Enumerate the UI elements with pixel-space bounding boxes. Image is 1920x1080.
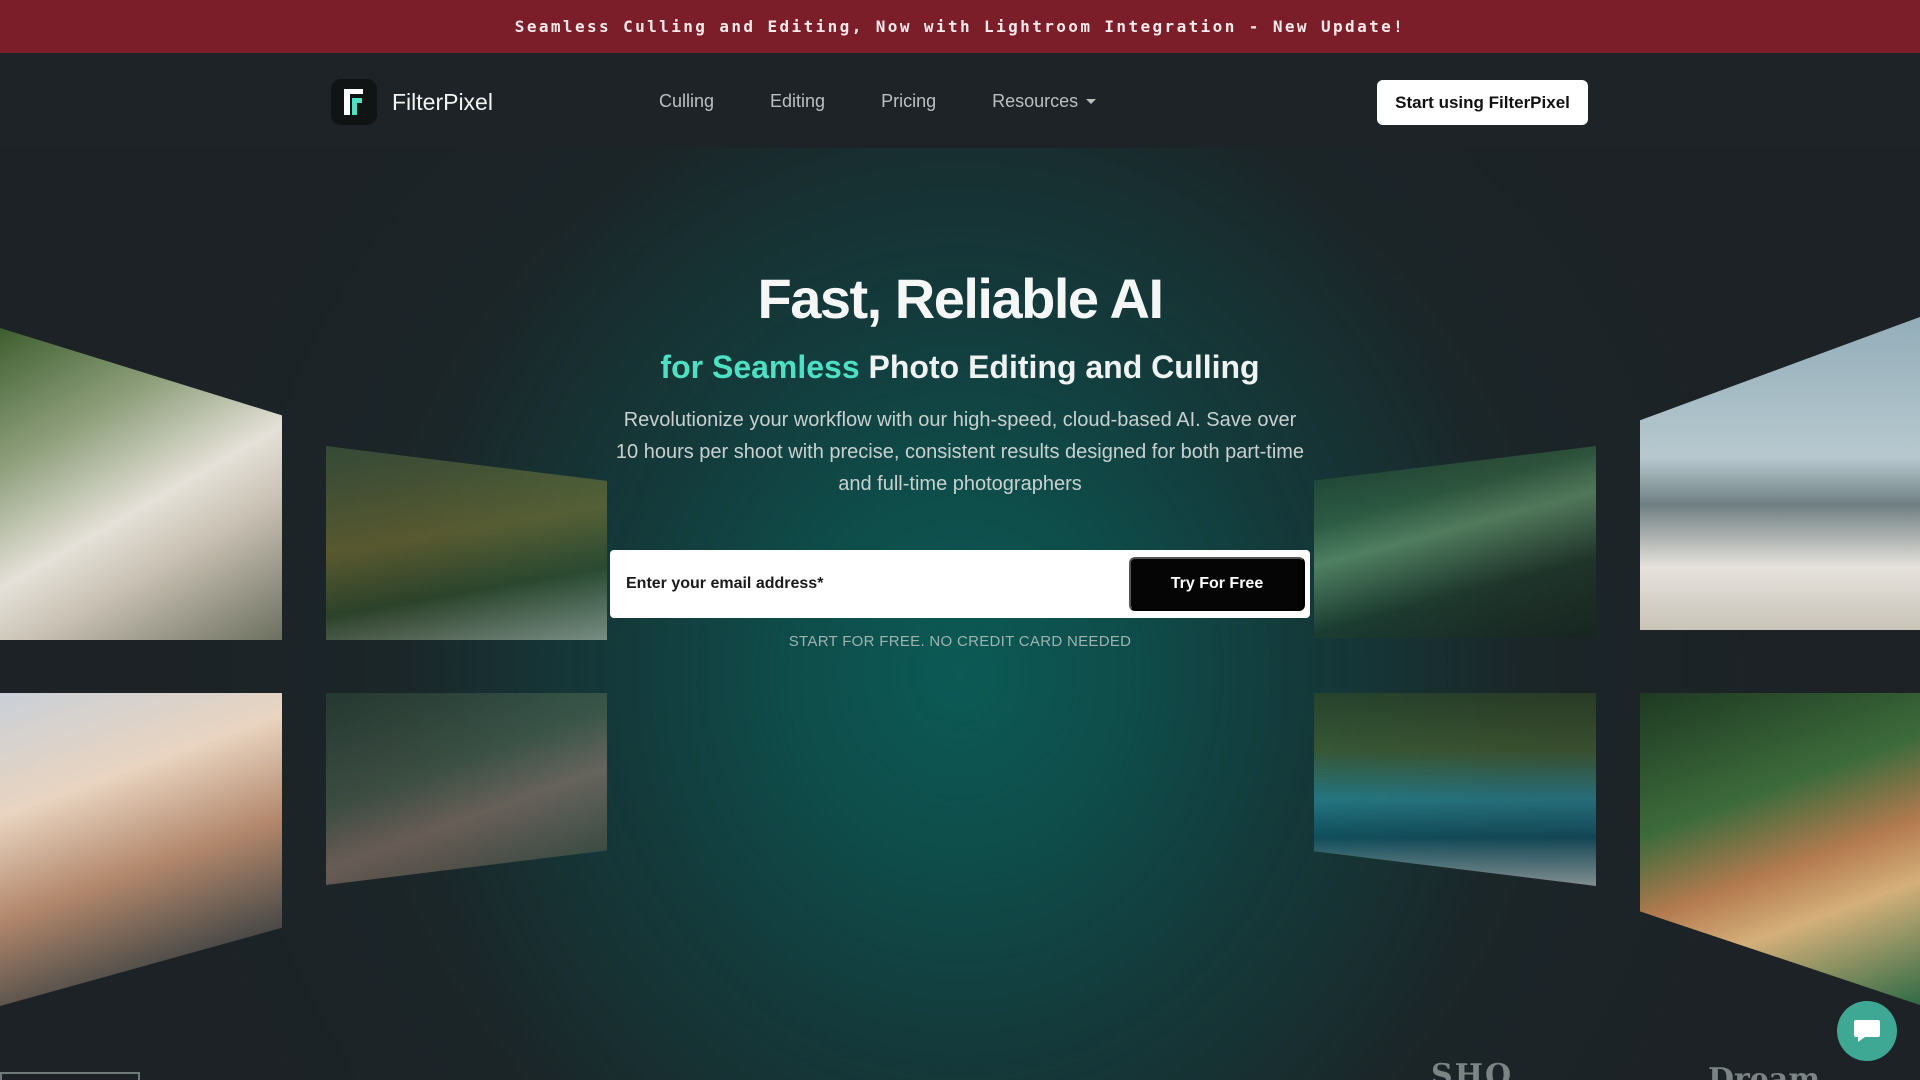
portrait-woman-photo xyxy=(326,693,607,885)
hero-headline: Fast, Reliable AI xyxy=(757,267,1165,330)
brand-logo[interactable]: FilterPixel xyxy=(331,79,493,125)
no-credit-card-note: START FOR FREE. NO CREDIT CARD NEEDED xyxy=(788,633,1132,650)
announcement-bar[interactable]: Seamless Culling and Editing, Now with L… xyxy=(0,0,1920,53)
wedding-couple-photo xyxy=(0,328,282,640)
partner-logo: Dream xyxy=(1708,1062,1821,1080)
nav-link-culling[interactable]: Culling xyxy=(659,91,714,112)
partner-logo: SHQ xyxy=(1431,1058,1514,1080)
lake-photo xyxy=(1314,693,1596,886)
nav-link-editing[interactable]: Editing xyxy=(770,91,825,112)
nav-link-label: Editing xyxy=(770,91,826,111)
email-field[interactable] xyxy=(626,550,1106,618)
email-signup-form: Try For Free xyxy=(610,550,1310,618)
try-for-free-button[interactable]: Try For Free xyxy=(1129,557,1305,611)
announcement-text: Seamless Culling and Editing, Now with L… xyxy=(514,17,1406,36)
nav-link-label: Resources xyxy=(992,91,1079,111)
bride-portrait-photo xyxy=(1640,693,1920,1005)
hero-subhead: for Seamless Photo Editing and Culling xyxy=(560,349,1360,386)
hero-section: FilterPixel Culling Editing Pricing Reso… xyxy=(0,53,1920,1080)
nav-link-label: Culling xyxy=(659,91,715,111)
nav-links: Culling Editing Pricing Resources xyxy=(659,91,1152,112)
brand-name: FilterPixel xyxy=(392,88,493,115)
nav-link-pricing[interactable]: Pricing xyxy=(881,91,936,112)
nav-link-resources[interactable]: Resources xyxy=(992,91,1097,112)
partner-logo xyxy=(0,1072,140,1080)
subhead-accent: for Seamless xyxy=(660,349,860,385)
chat-bubble-icon xyxy=(1854,1020,1880,1042)
top-nav: FilterPixel Culling Editing Pricing Reso… xyxy=(0,53,1920,148)
hero-description: Revolutionize your workflow with our hig… xyxy=(615,409,1305,495)
family-photo xyxy=(0,693,282,1006)
chat-button[interactable] xyxy=(1837,1001,1897,1061)
aurora-photo xyxy=(1314,446,1596,638)
start-using-button[interactable]: Start using FilterPixel xyxy=(1377,80,1588,125)
vintage-car-photo xyxy=(326,446,607,640)
nav-link-label: Pricing xyxy=(881,91,937,111)
chevron-down-icon xyxy=(1086,99,1097,104)
subhead-rest: Photo Editing and Culling xyxy=(859,349,1260,385)
filterpixel-logo-icon xyxy=(331,79,377,125)
blindfolded-woman-photo xyxy=(1640,317,1920,630)
